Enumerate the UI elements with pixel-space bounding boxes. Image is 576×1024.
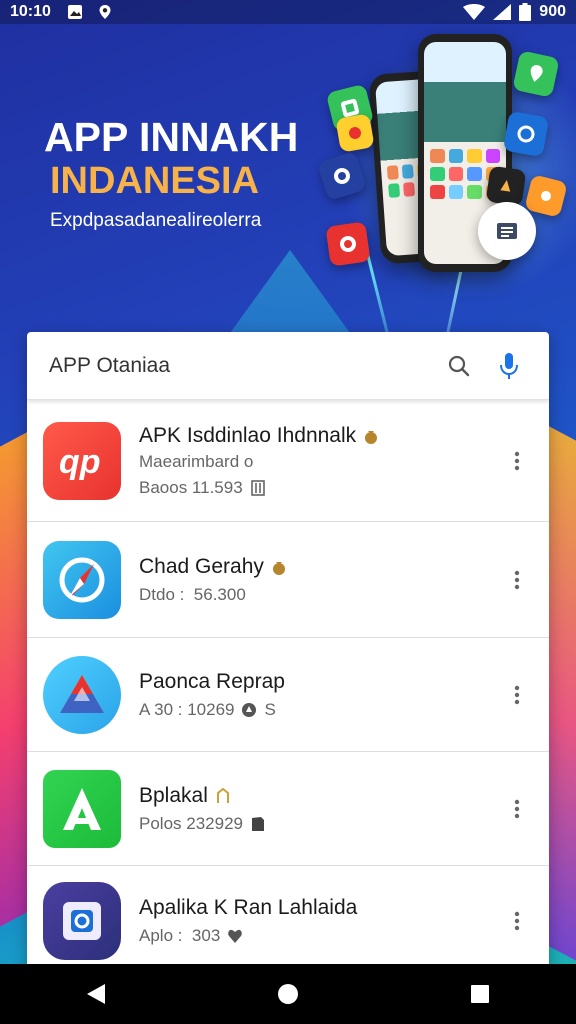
floating-app-icon	[325, 221, 371, 267]
app-name: Apalika K Ran Lahlaida	[139, 896, 358, 919]
hero-title: APP INNAKH	[44, 114, 299, 160]
more-vert-icon	[514, 570, 520, 589]
more-vert-icon	[514, 451, 520, 470]
microphone-icon	[500, 352, 518, 379]
app-stats: Baoos 11.593	[139, 477, 243, 497]
app-name: Chad Gerahy	[139, 554, 264, 578]
floating-app-icon	[502, 110, 550, 158]
letter-a-logo	[43, 769, 121, 848]
app-stats: Aplo : 303	[139, 926, 221, 945]
svg-text:qp: qp	[59, 443, 101, 481]
more-options-button[interactable]	[503, 901, 531, 941]
app-name: Bplakal	[139, 783, 208, 807]
more-options-button[interactable]	[503, 441, 531, 481]
navigation-bar	[0, 964, 576, 1024]
back-button[interactable]	[72, 970, 120, 1018]
app-stats: A 30 : 10269	[139, 699, 235, 719]
app-list: qp APK Isddinlao Ihdnnalk Maearimbard o …	[27, 400, 549, 972]
book-icon	[249, 815, 267, 833]
search-input[interactable]: APP Otaniaa	[49, 354, 427, 378]
app-list-card: APP Otaniaa qp APK Isddinlao Ihdnnalk Ma…	[27, 332, 549, 972]
floating-app-icon	[485, 165, 527, 207]
voice-search-button[interactable]	[491, 348, 527, 384]
app-stats: Dtdo : 56.300	[139, 584, 246, 604]
search-bar[interactable]: APP Otaniaa	[27, 332, 549, 400]
list-item[interactable]: Chad Gerahy Dtdo : 56.300	[27, 522, 549, 638]
more-options-button[interactable]	[503, 789, 531, 829]
more-options-button[interactable]	[503, 675, 531, 715]
heart-icon	[226, 927, 244, 945]
app-stats-suffix: S	[264, 699, 276, 719]
book-icon	[249, 479, 267, 497]
location-icon	[97, 4, 113, 20]
battery-icon	[519, 3, 532, 21]
pin-icon	[240, 701, 258, 719]
gallery-icon	[67, 4, 83, 20]
app-logo-red: qp	[43, 421, 121, 500]
home-icon	[278, 984, 298, 1004]
coin-bag-icon	[270, 558, 288, 576]
hero-tagline: Expdpasadanealireolerra	[50, 210, 262, 231]
signal-icon	[493, 4, 512, 20]
app-name: APK Isddinlao Ihdnnalk	[139, 423, 357, 447]
app-name: Paonca Reprap	[139, 669, 285, 693]
status-bar: 10:10 900	[0, 0, 576, 24]
hero-subtitle: INDANESIA	[50, 160, 260, 202]
back-icon	[87, 984, 105, 1004]
list-item[interactable]: Paonca Reprap A 30 : 10269 S	[27, 638, 549, 752]
square-logo	[43, 882, 121, 960]
floating-app-icon	[335, 113, 375, 153]
app-developer: Maearimbard o	[139, 451, 254, 471]
list-item[interactable]: qp APK Isddinlao Ihdnnalk Maearimbard o …	[27, 400, 549, 522]
compass-logo	[43, 540, 121, 619]
document-icon	[497, 223, 517, 239]
document-fab[interactable]	[478, 202, 536, 260]
triangle-logo	[43, 655, 121, 734]
home-button[interactable]	[264, 970, 312, 1018]
search-button[interactable]	[441, 348, 477, 384]
floating-app-icon	[512, 50, 560, 98]
search-icon	[448, 355, 470, 376]
list-item[interactable]: Apalika K Ran Lahlaida Aplo : 303	[27, 866, 549, 972]
recents-button[interactable]	[456, 970, 504, 1018]
battery-level: 900	[539, 3, 566, 20]
coin-bag-icon	[362, 427, 380, 445]
recents-icon	[471, 985, 489, 1003]
more-vert-icon	[514, 685, 520, 704]
status-time: 10:10	[10, 3, 51, 20]
app-stats: Polos 232929	[139, 813, 243, 833]
more-vert-icon	[514, 911, 520, 931]
wifi-icon	[463, 4, 486, 20]
more-vert-icon	[514, 799, 520, 818]
gold-mark-icon	[214, 787, 232, 805]
list-item[interactable]: Bplakal Polos 232929	[27, 752, 549, 866]
more-options-button[interactable]	[503, 560, 531, 600]
